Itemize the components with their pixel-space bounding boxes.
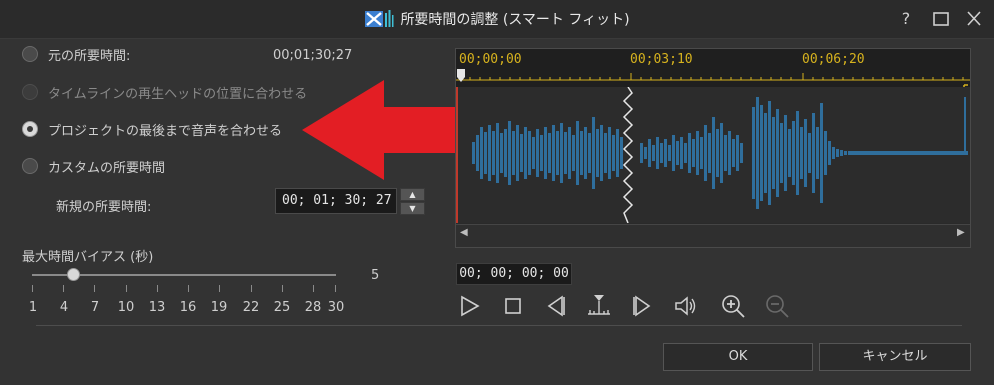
slider-tick-label: 16 bbox=[179, 300, 197, 315]
ok-button[interactable]: OK bbox=[663, 343, 813, 371]
radio-button-selected[interactable] bbox=[22, 121, 38, 137]
slider-tick bbox=[251, 285, 252, 292]
cancel-button[interactable]: キャンセル bbox=[819, 343, 971, 371]
ruler-time-label: 00;06;20 bbox=[802, 52, 865, 67]
spin-down-icon[interactable]: ▼ bbox=[400, 202, 425, 215]
ruler-time-label: 00;03;10 bbox=[630, 52, 693, 67]
slider-tick-label: 10 bbox=[117, 300, 135, 315]
volume-icon[interactable] bbox=[672, 292, 700, 320]
bias-label: 最大時間バイアス (秒) bbox=[22, 250, 154, 265]
radio-label: 元の所要時間: bbox=[48, 48, 131, 64]
audio-waveform[interactable] bbox=[456, 86, 970, 224]
radio-fit-to-project-end[interactable]: プロジェクトの最後まで音声を合わせる bbox=[22, 118, 282, 140]
radio-match-playhead: タイムラインの再生ヘッドの位置に合わせる bbox=[22, 81, 307, 103]
horizontal-scrollbar[interactable] bbox=[456, 224, 970, 247]
trim-marker-icon[interactable] bbox=[585, 292, 613, 320]
slider-tick-label: 19 bbox=[210, 300, 228, 315]
slider-tick bbox=[313, 285, 314, 292]
slider-tick-label: 22 bbox=[242, 300, 260, 315]
radio-button[interactable] bbox=[22, 46, 38, 62]
slider-tick bbox=[126, 285, 127, 292]
play-icon[interactable] bbox=[457, 292, 485, 320]
spin-up-icon[interactable]: ▲ bbox=[400, 188, 425, 201]
stop-icon[interactable] bbox=[499, 292, 527, 320]
slider-tick bbox=[335, 285, 336, 292]
new-duration-label: 新規の所要時間: bbox=[56, 200, 152, 215]
divider bbox=[36, 325, 962, 326]
zoom-in-icon[interactable] bbox=[719, 292, 747, 320]
radio-custom-duration[interactable]: カスタムの所要時間 bbox=[22, 155, 165, 177]
slider-tick bbox=[63, 285, 64, 292]
bias-slider-thumb[interactable] bbox=[67, 268, 80, 281]
scroll-left-icon[interactable]: ◀ bbox=[460, 227, 468, 238]
slider-tick-label: 30 bbox=[327, 300, 345, 315]
previous-frame-icon[interactable] bbox=[542, 292, 570, 320]
radio-original-duration[interactable]: 元の所要時間: bbox=[22, 43, 130, 65]
next-frame-icon[interactable] bbox=[628, 292, 656, 320]
bias-value: 5 bbox=[371, 268, 380, 283]
slider-tick-label: 1 bbox=[28, 300, 38, 315]
radio-label: タイムラインの再生ヘッドの位置に合わせる bbox=[48, 86, 308, 102]
slider-tick-label: 4 bbox=[59, 300, 69, 315]
window-title: 所要時間の調整 (スマート フィット) bbox=[400, 12, 630, 28]
close-icon[interactable] bbox=[961, 8, 987, 30]
slider-tick bbox=[157, 285, 158, 292]
powerdirector-icon bbox=[365, 10, 394, 27]
timeline-ruler[interactable] bbox=[456, 49, 970, 90]
radio-label: プロジェクトの最後まで音声を合わせる bbox=[48, 123, 283, 139]
slider-tick bbox=[188, 285, 189, 292]
zoom-out-icon bbox=[766, 295, 789, 318]
help-icon[interactable]: ? bbox=[893, 8, 919, 30]
slider-tick bbox=[94, 285, 95, 292]
ruler-ticks bbox=[456, 69, 970, 90]
annotation-arrow-icon bbox=[302, 80, 468, 180]
current-timecode: 00; 00; 00; 00 bbox=[456, 263, 572, 285]
slider-tick bbox=[219, 285, 220, 292]
original-duration-value: 00;01;30;27 bbox=[273, 48, 353, 63]
title-wrap: 所要時間の調整 (スマート フィット) bbox=[0, 0, 994, 38]
cut-marker bbox=[622, 86, 634, 224]
slider-tick-label: 13 bbox=[148, 300, 166, 315]
slider-tick-label: 7 bbox=[90, 300, 100, 315]
slider-tick bbox=[32, 285, 33, 292]
slider-tick-label: 25 bbox=[273, 300, 291, 315]
radio-label: カスタムの所要時間 bbox=[48, 160, 166, 176]
new-duration-input[interactable]: 00; 01; 30; 27 bbox=[275, 188, 397, 214]
ruler-time-label: 00;00;00 bbox=[459, 52, 522, 67]
waveform-graphic bbox=[456, 86, 968, 224]
scroll-right-icon[interactable]: ▶ bbox=[957, 227, 965, 238]
maximize-icon[interactable] bbox=[928, 8, 954, 30]
slider-tick bbox=[282, 285, 283, 292]
radio-button bbox=[22, 84, 38, 100]
radio-button[interactable] bbox=[22, 158, 38, 174]
